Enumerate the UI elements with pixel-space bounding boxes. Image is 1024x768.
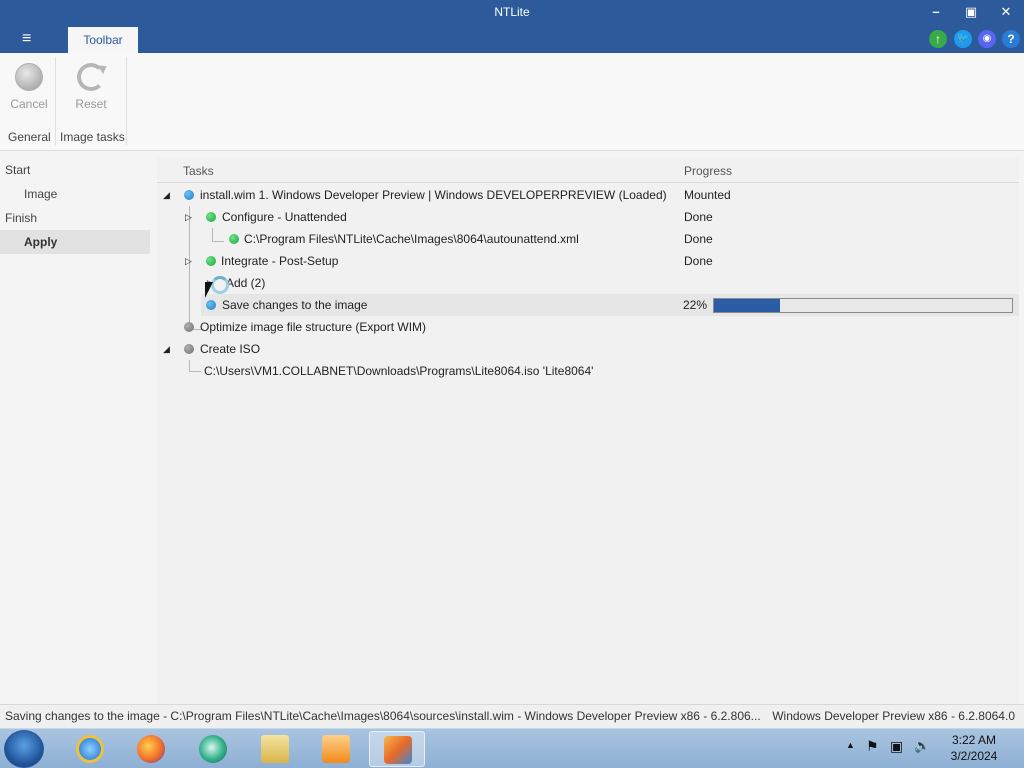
clock-time: 3:22 AM [951,733,997,747]
nav-section-start: Start [5,163,31,177]
network-icon[interactable]: ▣ [890,738,903,755]
mouse-cursor-icon [205,282,219,298]
tab-toolbar[interactable]: Toolbar [68,27,138,53]
status-dot-icon [206,256,216,266]
collapse-icon[interactable]: ◢ [163,184,170,206]
task-row[interactable]: Optimize image file structure (Export WI… [157,316,1019,338]
task-progress: Done [684,210,713,224]
clock-date: 3/2/2024 [950,749,998,763]
status-dot-icon [184,344,194,354]
progress-bar [713,298,1013,313]
cancel-button[interactable]: Cancel [5,59,53,117]
status-bar: Saving changes to the image - C:\Program… [0,704,1024,728]
expand-icon[interactable]: ▷ [185,250,192,272]
ribbon-tab-row: ≡ Toolbar ↑ 🐦 ◉ ? [0,26,1024,53]
nav-item-image[interactable]: Image [0,182,150,206]
status-text: Saving changes to the image - C:\Program… [5,709,761,723]
internet-explorer-icon [76,735,104,763]
window-title: NTLite [494,5,530,19]
task-label: Save changes to the image [222,298,368,312]
status-dot-icon [206,300,216,310]
title-bar: NTLite – ▣ ✕ [0,0,1024,26]
update-icon[interactable]: ↑ [929,30,947,48]
taskbar: ▲ ⚑ ▣ 🔈 3:22 AM 3/2/2024 [0,728,1024,768]
status-dot-icon [184,190,194,200]
header-divider [157,182,1019,183]
ribbon-separator [126,57,127,145]
task-row[interactable]: ▷ Add (2) [157,272,1019,294]
taskbar-firefox[interactable] [123,731,179,767]
task-row[interactable]: C:\Program Files\NTLite\Cache\Images\806… [157,228,1019,250]
task-label: C:\Users\VM1.COLLABNET\Downloads\Program… [204,364,594,378]
folder-icon [261,735,289,763]
tray-overflow-icon[interactable]: ▲ [846,740,855,750]
reset-icon [77,63,105,91]
reset-button[interactable]: Reset [67,59,115,117]
group-general-label: General [8,130,51,144]
status-dot-icon [206,212,216,222]
task-row[interactable]: ◢ install.wim 1. Windows Developer Previ… [157,184,1019,206]
ribbon: Cancel Reset General Image tasks [0,53,1024,151]
taskbar-tor-browser[interactable] [185,731,241,767]
nav-item-apply[interactable]: Apply [0,230,150,254]
task-row[interactable]: ◢ Create ISO [157,338,1019,360]
firefox-icon [137,735,165,763]
task-progress: Done [684,254,713,268]
left-nav: Start Image Finish Apply [0,152,156,704]
task-label: Create ISO [200,342,261,356]
task-progress: Mounted [684,188,731,202]
task-label: Integrate - Post-Setup [221,254,339,268]
ntlite-icon [384,736,412,764]
taskbar-internet-explorer[interactable] [62,731,118,767]
task-list: Tasks Progress ◢ install.wim 1. Windows … [157,158,1019,704]
status-dot-icon [229,234,239,244]
reset-label: Reset [75,97,107,111]
task-label: C:\Program Files\NTLite\Cache\Images\806… [244,232,579,246]
nav-section-finish: Finish [5,211,38,225]
task-progress: Done [684,232,713,246]
status-image-info: Windows Developer Preview x86 - 6.2.8064… [772,709,1015,723]
collapse-icon[interactable]: ◢ [163,338,170,360]
cancel-icon [15,63,43,91]
ribbon-separator [55,57,56,145]
task-row[interactable]: ▷ Integrate - Post-Setup Done [157,250,1019,272]
task-label: Optimize image file structure (Export WI… [200,320,427,334]
menu-icon[interactable]: ≡ [22,30,31,48]
taskbar-clock[interactable]: 3:22 AM 3/2/2024 [942,732,1006,764]
taskbar-ntlite[interactable] [369,731,425,767]
task-label: Add (2) [226,276,266,290]
status-dot-icon [184,322,194,332]
minimize-button[interactable]: – [922,3,950,23]
media-player-icon [322,735,350,763]
task-row-active[interactable]: Save changes to the image 22% [201,294,1019,316]
maximize-button[interactable]: ▣ [957,3,985,23]
taskbar-file-explorer[interactable] [247,731,303,767]
twitter-icon[interactable]: 🐦 [954,30,972,48]
tor-browser-icon [199,735,227,763]
task-label: Configure - Unattended [222,210,347,224]
volume-icon[interactable]: 🔈 [914,738,930,754]
action-center-flag-icon[interactable]: ⚑ [866,738,879,755]
task-row[interactable]: ▷ Configure - Unattended Done [157,206,1019,228]
cancel-label: Cancel [10,97,48,111]
column-header-progress[interactable]: Progress [684,164,732,178]
discord-icon[interactable]: ◉ [978,30,996,48]
close-button[interactable]: ✕ [992,3,1020,23]
task-row[interactable]: C:\Users\VM1.COLLABNET\Downloads\Program… [157,360,1019,382]
help-icon[interactable]: ? [1002,30,1020,48]
column-header-tasks[interactable]: Tasks [183,164,214,178]
start-button[interactable] [4,730,44,768]
taskbar-media-player[interactable] [308,731,364,767]
group-image-tasks-label: Image tasks [60,130,125,144]
progress-bar-fill [714,299,780,312]
expand-icon[interactable]: ▷ [185,206,192,228]
task-label: install.wim 1. Windows Developer Preview… [200,188,667,202]
task-progress-percent: 22% [683,298,708,312]
